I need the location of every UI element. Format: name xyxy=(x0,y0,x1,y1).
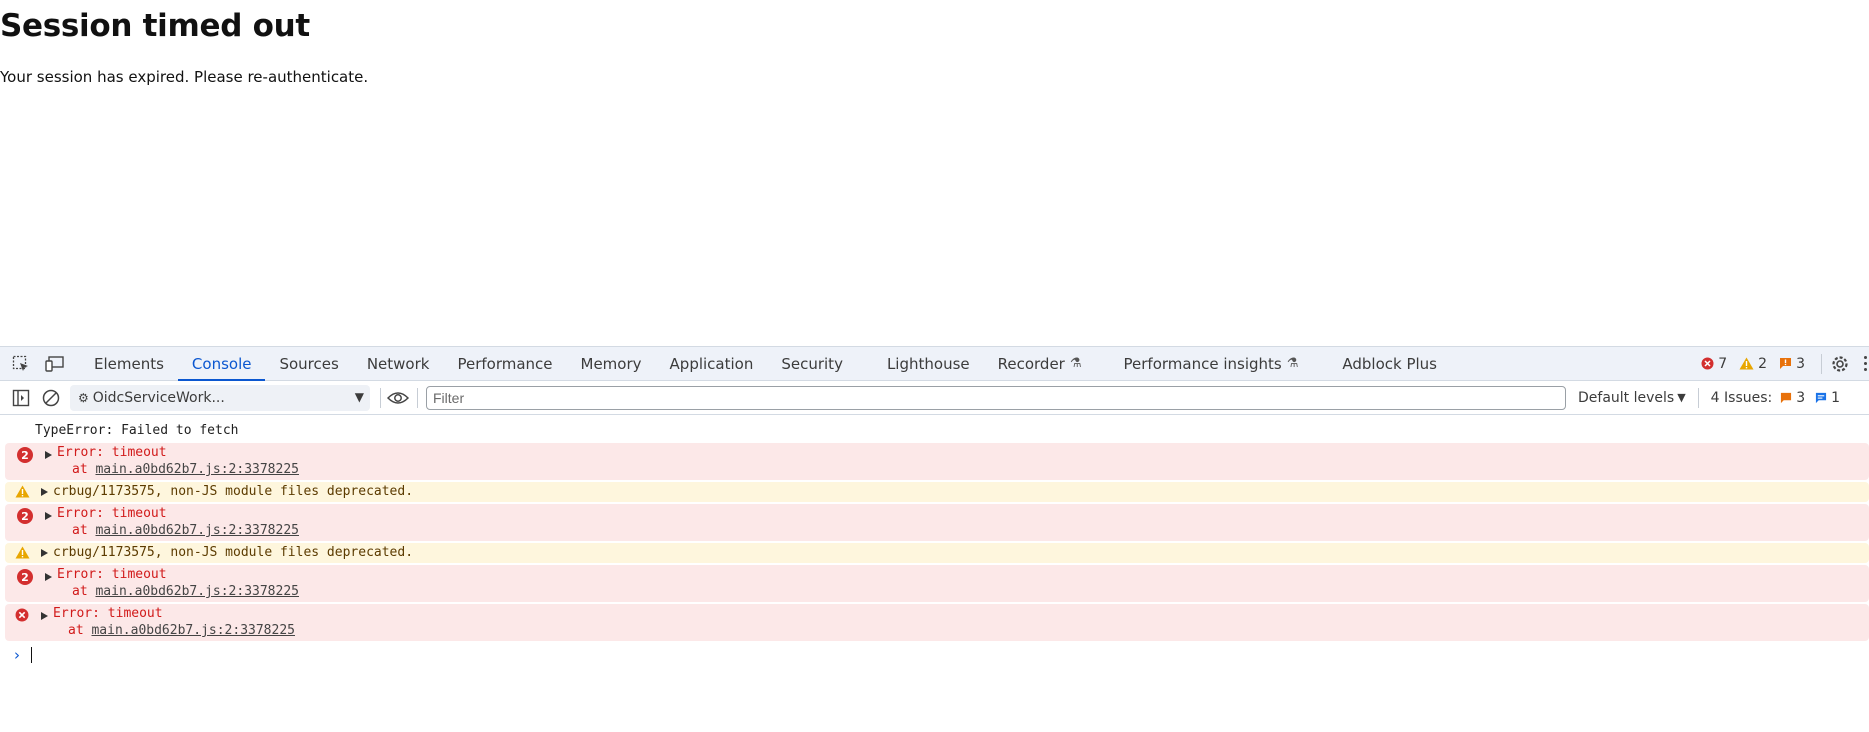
experiment-flask-icon: ⚗ xyxy=(1286,356,1299,371)
tab-memory[interactable]: Memory xyxy=(567,347,656,380)
tab-security[interactable]: Security xyxy=(767,347,873,380)
session-message: Your session has expired. Please re-auth… xyxy=(0,68,369,86)
error-circle-icon xyxy=(1701,357,1714,370)
info-message-icon xyxy=(1815,392,1827,404)
tab-recorder[interactable]: Recorder ⚗ xyxy=(984,347,1110,380)
chevron-down-icon: ▼ xyxy=(1677,391,1686,404)
error-circle-icon xyxy=(15,608,29,626)
tab-lighthouse[interactable]: Lighthouse xyxy=(873,347,984,380)
console-message: TypeError: Failed to fetch xyxy=(35,423,239,438)
source-link[interactable]: main.a0bd62b7.js:2:3378225 xyxy=(91,623,295,638)
devtools-counters: 7 2 3 xyxy=(1701,347,1869,380)
divider xyxy=(380,387,381,408)
console-output: TypeError: Failed to fetch 2 Error: time… xyxy=(0,415,1869,667)
console-warning-entry: crbug/1173575, non-JS module files depre… xyxy=(5,543,1869,563)
divider xyxy=(417,387,418,408)
warning-triangle-icon xyxy=(1739,357,1754,370)
prompt-chevron-icon: › xyxy=(14,646,20,664)
issue-flag-icon xyxy=(1779,357,1792,370)
tab-network[interactable]: Network xyxy=(353,347,444,380)
page-title: Session timed out xyxy=(0,8,310,44)
console-error-entry: 2 Error: timeout at main.a0bd62b7.js:2:3… xyxy=(5,443,1869,480)
expand-triangle-icon[interactable] xyxy=(41,488,48,496)
repeat-count-badge: 2 xyxy=(17,569,33,585)
expand-triangle-icon[interactable] xyxy=(45,451,52,459)
tab-console[interactable]: Console xyxy=(177,347,266,381)
log-levels-dropdown[interactable]: Default levels ▼ xyxy=(1578,390,1686,406)
service-worker-icon: ⚙ xyxy=(78,390,89,405)
console-error-entry: 2 Error: timeout at main.a0bd62b7.js:2:3… xyxy=(5,565,1869,602)
page-content: Session timed out Your session has expir… xyxy=(0,0,1869,346)
console-toolbar: ⚙ OidcServiceWork... ▼ Default levels ▼ … xyxy=(0,381,1869,415)
expand-triangle-icon[interactable] xyxy=(41,549,48,557)
console-warning-entry: crbug/1173575, non-JS module files depre… xyxy=(5,482,1869,502)
tab-adblock-plus[interactable]: Adblock Plus xyxy=(1328,347,1451,380)
more-options-icon[interactable] xyxy=(1864,356,1867,371)
filter-input[interactable] xyxy=(426,385,1566,410)
tab-application[interactable]: Application xyxy=(656,347,768,380)
tab-performance[interactable]: Performance xyxy=(443,347,566,380)
tab-elements[interactable]: Elements xyxy=(80,347,178,380)
devtools-tabbar: Elements Console Sources Network Perform… xyxy=(0,347,1869,381)
text-caret xyxy=(31,647,32,663)
experiment-flask-icon: ⚗ xyxy=(1069,356,1082,371)
source-link[interactable]: main.a0bd62b7.js:2:3378225 xyxy=(95,462,299,477)
devtools-panel: Elements Console Sources Network Perform… xyxy=(0,346,1869,732)
source-link[interactable]: main.a0bd62b7.js:2:3378225 xyxy=(95,523,299,538)
sidebar-toggle-icon[interactable] xyxy=(10,387,32,409)
issue-flag-icon xyxy=(1780,392,1792,404)
source-link[interactable]: main.a0bd62b7.js:2:3378225 xyxy=(95,584,299,599)
expand-triangle-icon[interactable] xyxy=(41,612,48,620)
repeat-count-badge: 2 xyxy=(17,508,33,524)
divider xyxy=(1821,353,1822,374)
warning-triangle-icon xyxy=(15,546,30,563)
context-selector[interactable]: ⚙ OidcServiceWork... ▼ xyxy=(70,384,370,411)
clear-console-icon[interactable] xyxy=(40,387,62,409)
live-expression-eye-icon[interactable] xyxy=(387,390,409,406)
console-prompt[interactable]: › xyxy=(0,643,1869,667)
settings-gear-icon[interactable] xyxy=(1830,354,1850,374)
issues-counter[interactable]: 3 xyxy=(1779,356,1805,372)
tab-sources[interactable]: Sources xyxy=(265,347,352,380)
chevron-down-icon: ▼ xyxy=(354,389,364,404)
console-error-entry: Error: timeout at main.a0bd62b7.js:2:337… xyxy=(5,604,1869,641)
issues-summary[interactable]: 4 Issues: 3 1 xyxy=(1711,390,1840,406)
warning-counter[interactable]: 2 xyxy=(1739,356,1767,372)
inspect-element-icon[interactable] xyxy=(10,353,32,375)
repeat-count-badge: 2 xyxy=(17,447,33,463)
warning-triangle-icon xyxy=(15,485,30,502)
console-error-entry: 2 Error: timeout at main.a0bd62b7.js:2:3… xyxy=(5,504,1869,541)
tab-performance-insights[interactable]: Performance insights ⚗ xyxy=(1110,347,1329,380)
expand-triangle-icon[interactable] xyxy=(45,512,52,520)
divider xyxy=(1697,387,1699,408)
device-toolbar-icon[interactable] xyxy=(44,353,66,375)
error-counter[interactable]: 7 xyxy=(1701,356,1727,372)
expand-triangle-icon[interactable] xyxy=(45,573,52,581)
